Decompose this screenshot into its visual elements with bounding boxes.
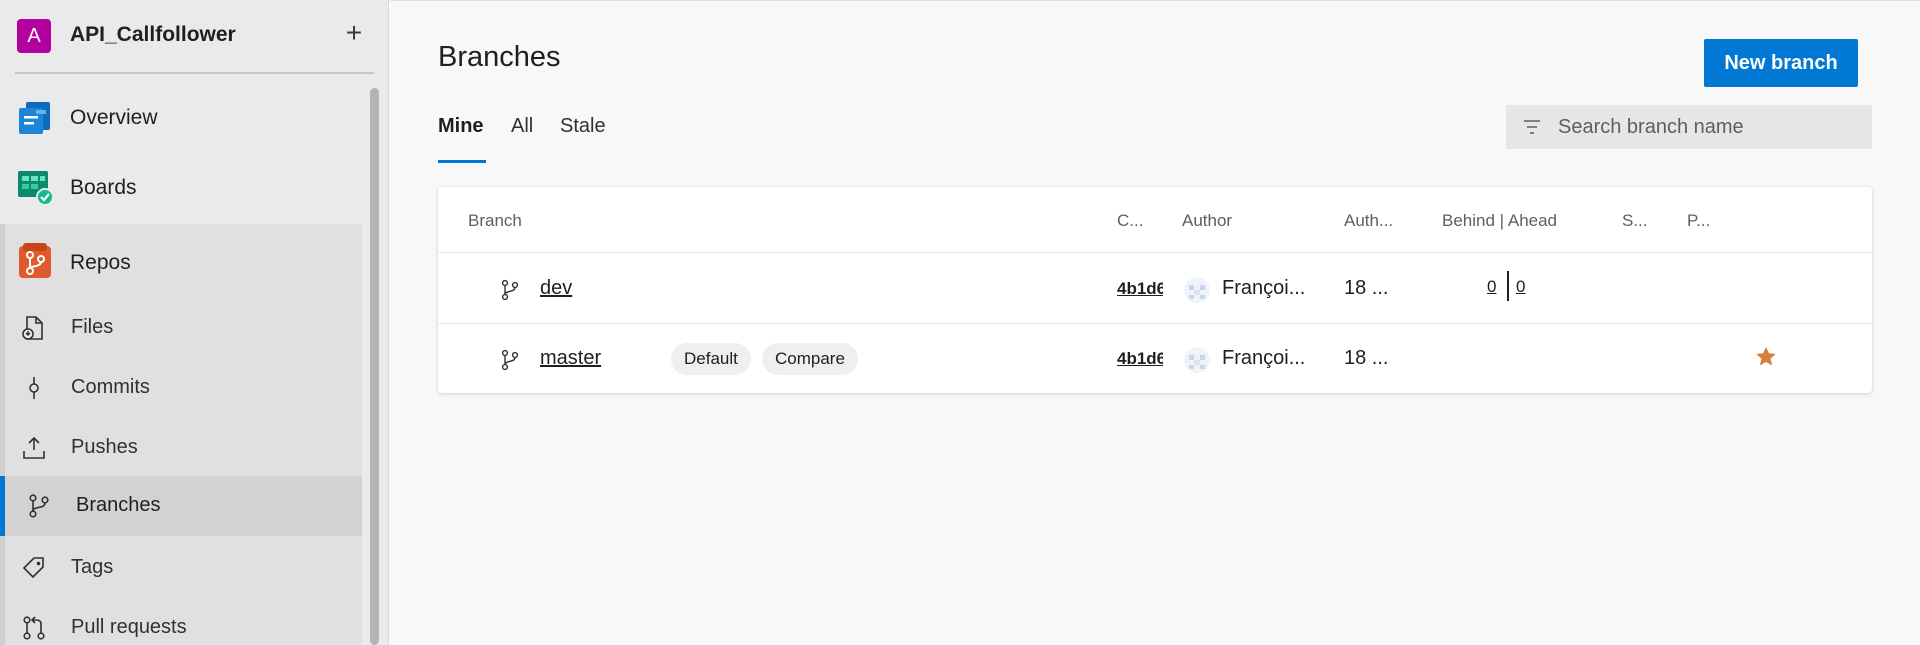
page-title: Branches — [438, 41, 561, 73]
ahead-count[interactable]: 0 — [1516, 277, 1525, 297]
commit-link[interactable]: 4b1d6 — [1117, 279, 1163, 299]
tag-icon — [22, 557, 44, 579]
files-icon — [22, 316, 43, 340]
project-divider — [15, 72, 374, 74]
repos-icon — [19, 243, 51, 278]
search-input[interactable] — [1558, 113, 1858, 141]
table-row[interactable]: dev 4b1d6 Françoi... 18 ... 0 0 — [438, 253, 1872, 323]
column-header-status[interactable]: S... — [1622, 211, 1648, 231]
sidebar: A API_Callfollower + Overview Boards Rep… — [0, 0, 389, 645]
filter-icon — [1524, 120, 1540, 134]
behind-count[interactable]: 0 — [1487, 277, 1496, 297]
sidebar-item-pull-requests[interactable]: Pull requests — [5, 598, 362, 645]
tab-selected-indicator — [438, 160, 486, 163]
sidebar-item-commits[interactable]: Commits — [5, 358, 362, 418]
sidebar-label-tags: Tags — [71, 556, 114, 578]
behind-ahead-divider — [1507, 271, 1509, 301]
sidebar-item-boards[interactable]: Boards — [0, 152, 362, 224]
sidebar-label-files: Files — [71, 316, 114, 338]
star-icon[interactable] — [1754, 345, 1778, 369]
tab-mine-label: Mine — [438, 115, 484, 137]
overview-icon — [19, 102, 50, 134]
sidebar-item-tags[interactable]: Tags — [5, 538, 362, 598]
boards-icon — [18, 171, 54, 206]
branch-link[interactable]: master — [540, 347, 601, 370]
add-icon[interactable]: + — [340, 18, 368, 50]
push-icon — [23, 436, 45, 459]
column-header-behind-ahead[interactable]: Behind | Ahead — [1442, 211, 1557, 231]
sidebar-item-files[interactable]: Files — [5, 298, 362, 358]
search-box[interactable] — [1506, 105, 1872, 149]
table-row[interactable]: master Default Compare 4b1d6 Françoi... … — [438, 323, 1872, 393]
commit-link[interactable]: 4b1d6 — [1117, 349, 1163, 369]
sidebar-label-branches: Branches — [76, 494, 161, 516]
tab-stale-label: Stale — [560, 115, 606, 137]
sidebar-item-overview[interactable]: Overview — [0, 82, 362, 154]
project-name[interactable]: API_Callfollower — [70, 23, 236, 47]
sidebar-label-repos: Repos — [70, 251, 131, 274]
column-header-commit[interactable]: C... — [1117, 211, 1143, 231]
branch-link[interactable]: dev — [540, 277, 572, 300]
authored-date: 18 ... — [1344, 277, 1389, 299]
sidebar-label-pull-requests: Pull requests — [71, 616, 187, 638]
sidebar-label-pushes: Pushes — [71, 436, 138, 458]
main-content: Branches New branch Mine All Stale Branc… — [390, 0, 1920, 645]
sidebar-label-boards: Boards — [70, 176, 137, 199]
compare-badge[interactable]: Compare — [762, 343, 858, 375]
author-avatar — [1184, 347, 1210, 373]
branch-icon — [29, 494, 49, 518]
sidebar-label-commits: Commits — [71, 376, 150, 398]
column-header-authored[interactable]: Auth... — [1344, 211, 1393, 231]
sidebar-scrollbar[interactable] — [370, 88, 379, 645]
sidebar-item-pushes[interactable]: Pushes — [5, 418, 362, 478]
tab-all-label: All — [511, 115, 534, 137]
author-name: Françoi... — [1222, 347, 1306, 369]
tab-mine[interactable]: Mine — [438, 115, 486, 163]
default-badge: Default — [671, 343, 751, 375]
column-header-author[interactable]: Author — [1182, 211, 1232, 231]
sidebar-label-overview: Overview — [70, 106, 158, 129]
tab-all[interactable]: All — [511, 115, 533, 163]
pull-request-icon — [23, 616, 45, 640]
project-header: A API_Callfollower + — [0, 0, 389, 72]
column-header-pull-request[interactable]: P... — [1687, 211, 1710, 231]
column-header-branch[interactable]: Branch — [468, 211, 522, 231]
branches-table: Branch C... Author Auth... Behind | Ahea… — [438, 187, 1872, 393]
sidebar-item-repos[interactable]: Repos — [0, 224, 362, 298]
author-avatar — [1184, 277, 1210, 303]
branch-icon — [501, 279, 519, 301]
author-name: Françoi... — [1222, 277, 1306, 299]
authored-date: 18 ... — [1344, 347, 1389, 369]
commit-icon — [29, 377, 39, 399]
tab-stale[interactable]: Stale — [560, 115, 606, 163]
sidebar-item-branches[interactable]: Branches — [0, 476, 362, 536]
branch-icon — [501, 349, 519, 371]
project-avatar[interactable]: A — [17, 19, 51, 53]
new-branch-button[interactable]: New branch — [1704, 39, 1858, 87]
